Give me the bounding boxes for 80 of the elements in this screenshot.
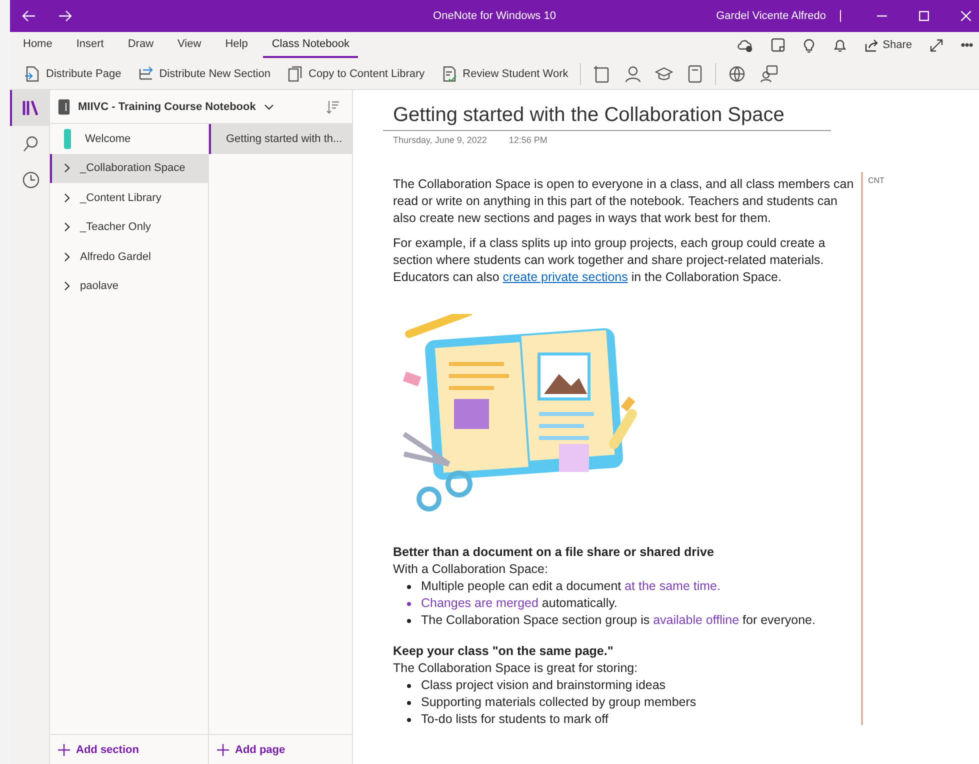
bullet-dot <box>407 700 411 704</box>
forward-arrow-icon[interactable] <box>58 10 72 22</box>
section-item[interactable]: paolave <box>50 272 208 301</box>
plus-icon <box>217 744 229 756</box>
chevron-right-icon <box>64 163 70 174</box>
notebook-icon[interactable] <box>687 64 704 82</box>
ribbon-tab[interactable]: Insert <box>67 36 113 58</box>
sort-icon[interactable] <box>326 100 340 114</box>
toolbar-button[interactable]: Distribute Page <box>20 62 126 84</box>
chevron-right-icon <box>64 192 70 203</box>
back-arrow-icon[interactable] <box>22 10 36 22</box>
close-icon[interactable] <box>961 11 971 21</box>
chevron-down-icon <box>264 104 274 110</box>
section-item[interactable]: _Collaboration Space <box>50 154 208 183</box>
bullet-dot <box>407 602 411 606</box>
page-title: Getting started with the Collaboration Space <box>383 100 831 131</box>
person-chat-icon[interactable] <box>760 64 778 82</box>
paragraph: With a Collaboration Space: <box>393 561 549 578</box>
notebook-dropdown[interactable]: MIIVC - Training Course Notebook <box>58 98 274 114</box>
person-icon[interactable] <box>625 64 642 82</box>
copy-icon <box>286 66 302 82</box>
chevron-right-icon <box>64 281 70 292</box>
share-icon <box>864 38 879 52</box>
bell-icon[interactable] <box>832 38 847 52</box>
bullet-dot <box>407 584 411 588</box>
ribbon-tab[interactable]: Home <box>14 36 62 58</box>
add-page-button[interactable]: Add page <box>217 744 286 756</box>
more-icon[interactable] <box>961 43 973 47</box>
chevron-right-icon <box>64 252 70 262</box>
search-icon <box>22 135 40 153</box>
section-item[interactable]: _Teacher Only <box>50 212 208 242</box>
cloud-sync-icon[interactable] <box>736 38 753 52</box>
user-name: Gardel Vicente Alfredo <box>716 10 841 22</box>
globe-icon[interactable] <box>728 64 746 82</box>
list-item: The Collaboration Space section group is available offline for everyone. <box>421 612 816 629</box>
graduation-cap-icon[interactable] <box>655 66 674 80</box>
window-title: OneNote for Windows 10 <box>432 10 557 22</box>
library-icon <box>22 99 40 117</box>
lightbulb-icon[interactable] <box>802 38 815 52</box>
ribbon-tab[interactable]: View <box>168 36 210 58</box>
bullet-dot <box>407 684 411 688</box>
section-arrow-icon <box>137 66 154 82</box>
list-item: Changes are merged automatically. <box>421 595 618 612</box>
section-item[interactable]: Alfredo Gardel <box>50 242 208 272</box>
page-icon[interactable] <box>770 38 785 52</box>
paragraph: The Collaboration Space is open to everyone in a class, and all class members can read or write on anything in this part of the notebook. Teachers and students can also create new sections and pages in ways that work best for them. <box>393 176 855 227</box>
paragraph: For example, if a class splits up into group projects, each group could create a section where students can work together and share project-related materials. Educators can also create private sections in the Collaboration Space. <box>393 235 826 286</box>
chevron-right-icon <box>64 222 70 232</box>
toolbar-button[interactable]: Review Student Work <box>436 62 572 84</box>
maximize-icon[interactable] <box>919 11 929 21</box>
list-item: Multiple people can edit a document at the same time. <box>421 578 720 595</box>
tag-label: CNT <box>868 176 884 185</box>
section-item[interactable]: _Content Library <box>50 183 208 212</box>
page-date: Thursday, June 9, 2022 <box>393 135 487 145</box>
list-item: Supporting materials collected by group members <box>421 694 696 711</box>
ribbon-tab[interactable]: Help <box>216 36 257 58</box>
document-check-icon <box>440 66 457 82</box>
list-item: To-do lists for students to mark off <box>421 711 608 728</box>
toolbar-button[interactable]: Distribute New Section <box>133 62 274 84</box>
link[interactable]: create private sections <box>502 270 628 284</box>
expand-icon[interactable] <box>930 38 943 52</box>
bullet-dot <box>407 718 411 722</box>
list-item: Class project vision and brainstorming ideas <box>421 677 666 694</box>
bullet-dot <box>407 618 411 622</box>
plus-icon <box>58 744 70 756</box>
add-page-icon[interactable] <box>593 64 612 82</box>
share-button[interactable]: Share <box>864 38 912 52</box>
page-time: 12:56 PM <box>508 135 548 145</box>
page-item[interactable]: Getting started with th... <box>209 124 352 154</box>
page-arrow-icon <box>24 66 40 82</box>
ribbon-tab[interactable]: Draw <box>118 36 163 58</box>
section-heading: Better than a document on a file share or shared drive <box>393 544 715 561</box>
rail-button[interactable] <box>10 90 49 126</box>
notebook-icon <box>58 98 70 114</box>
toolbar-button[interactable]: Copy to Content Library <box>282 62 429 84</box>
section-item[interactable]: Welcome <box>50 124 208 154</box>
add-section-button[interactable]: Add section <box>58 744 139 756</box>
paragraph: The Collaboration Space is great for storing: <box>393 660 639 677</box>
clock-icon <box>22 171 40 189</box>
section-heading: Keep your class "on the same page." <box>393 643 614 660</box>
